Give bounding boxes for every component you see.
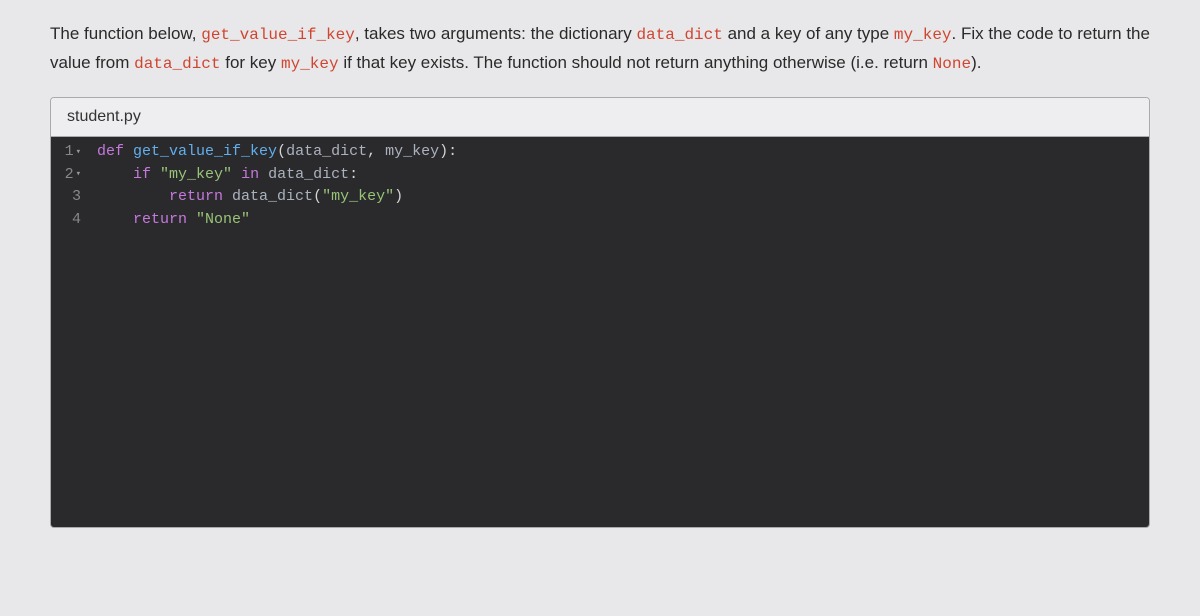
gutter-line-2: 2▾ [57,164,81,187]
prompt-text-2: , takes two arguments: the dictionary [355,24,637,43]
line-number-3: 3 [72,186,81,209]
keyword-if: if [133,166,151,183]
gutter-line-3: 3 [57,186,81,209]
string-literal: "my_key" [160,166,232,183]
keyword-return: return [133,211,187,228]
prompt-text-5: for key [221,53,281,72]
param-my-key: my_key [385,143,439,160]
code-line-4: return "None" [97,209,1141,232]
gutter-line-1: 1▾ [57,141,81,164]
fold-icon[interactable]: ▾ [76,146,81,160]
line-number-1: 1 [65,141,74,164]
code-token-data-dict-2: data_dict [134,55,220,73]
variable: data_dict [232,188,313,205]
param-data-dict: data_dict [286,143,367,160]
line-number-4: 4 [72,209,81,232]
line-number-gutter: 1▾ 2▾ 3 4 [51,137,89,527]
editor-filename-tab[interactable]: student.py [51,98,1149,137]
code-line-1: def get_value_if_key(data_dict, my_key): [97,141,1141,164]
code-area[interactable]: 1▾ 2▾ 3 4 def get_value_if_key(data_dict… [51,137,1149,527]
string-literal: "None" [196,211,250,228]
prompt-text-3: and a key of any type [723,24,894,43]
code-line-2: if "my_key" in data_dict: [97,164,1141,187]
keyword-in: in [241,166,259,183]
code-token-my-key-2: my_key [281,55,339,73]
prompt-text-6: if that key exists. The function should … [339,53,933,72]
gutter-line-4: 4 [57,209,81,232]
code-token-my-key-1: my_key [894,26,952,44]
keyword-return: return [169,188,223,205]
prompt-text-1: The function below, [50,24,201,43]
keyword-def: def [97,143,124,160]
function-name: get_value_if_key [133,143,277,160]
variable: data_dict [268,166,349,183]
code-content[interactable]: def get_value_if_key(data_dict, my_key):… [89,137,1149,527]
line-number-2: 2 [65,164,74,187]
code-token-get-value-if-key: get_value_if_key [201,26,355,44]
code-editor: student.py 1▾ 2▾ 3 4 def get_value_if_ke… [50,97,1150,528]
string-literal: "my_key" [322,188,394,205]
prompt-text-7: ). [971,53,981,72]
code-token-data-dict-1: data_dict [636,26,722,44]
problem-prompt: The function below, get_value_if_key, ta… [50,20,1150,77]
code-line-3: return data_dict("my_key") [97,186,1141,209]
code-token-none: None [933,55,971,73]
fold-icon[interactable]: ▾ [76,168,81,182]
